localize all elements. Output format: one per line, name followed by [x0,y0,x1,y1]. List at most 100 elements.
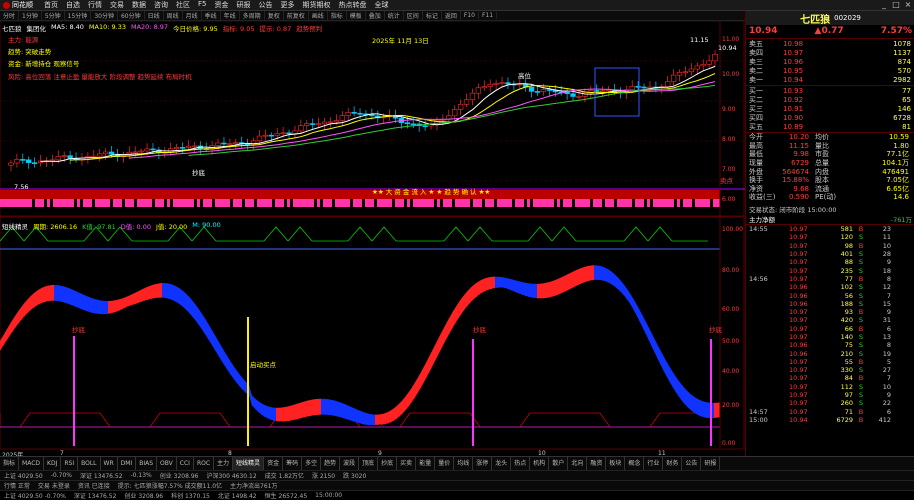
tab-29[interactable]: 北向 [568,457,588,470]
menu-item-8[interactable]: 资金 [210,0,232,10]
toolbar-item-0[interactable]: 分时 [0,11,20,20]
app-logo[interactable]: 同花顺 [0,0,40,11]
minimize-icon[interactable]: _ [878,0,890,11]
tab-3[interactable]: RSI [61,457,79,470]
chart-svg[interactable]: 11.00 10.00 9.00 8.00 7.00 6.00 100.00 80.00 60.… [0,20,745,456]
toolbar-item-21[interactable]: 返回 [442,11,461,20]
tab-10[interactable]: ROC [194,457,215,470]
tab-16[interactable]: 趋势 [321,457,341,470]
close-icon[interactable]: × [902,0,914,11]
maximize-icon[interactable]: □ [890,0,902,11]
osc-ribbon-segment [555,278,558,296]
menu-item-5[interactable]: 咨询 [150,0,172,10]
tab-14[interactable]: 筹码 [283,457,303,470]
tab-23[interactable]: 均线 [454,457,474,470]
tab-0[interactable]: 指标 [0,457,20,470]
tab-24[interactable]: 涨停 [473,457,493,470]
toolbar-item-4[interactable]: 30分钟 [91,11,118,20]
menu-item-2[interactable]: 行情 [84,0,106,10]
tab-31[interactable]: 板块 [606,457,626,470]
stock-title-bar[interactable]: 七匹狼 002029 [746,11,914,26]
menu-item-3[interactable]: 交易 [106,0,128,10]
menu-item-4[interactable]: 数据 [128,0,150,10]
toolbar-item-11[interactable]: 多周期 [240,11,265,20]
tab-15[interactable]: 多空 [302,457,322,470]
candle-body [570,93,576,97]
menu-item-1[interactable]: 自选 [62,0,84,10]
menu-item-9[interactable]: 研报 [232,0,254,10]
menu-item-6[interactable]: 社区 [172,0,194,10]
toolbar-item-13[interactable]: 前复权 [284,11,309,20]
candle-body [227,143,233,145]
tab-22[interactable]: 量价 [435,457,455,470]
toolbar-item-9[interactable]: 季线 [202,11,221,20]
tab-17[interactable]: 波段 [340,457,360,470]
tab-25[interactable]: 龙头 [492,457,512,470]
toolbar-item-6[interactable]: 日线 [145,11,164,20]
trade-ticks[interactable]: 14:55 10.97 581 B 23 10.97 120 S 11 10.97 98 B 10 10.… [746,224,914,424]
tab-27[interactable]: 机构 [530,457,550,470]
toolbar-item-7[interactable]: 周线 [164,11,183,20]
toolbar-item-15[interactable]: 指标 [328,11,347,20]
tab-2[interactable]: KDJ [44,457,62,470]
tab-4[interactable]: BOLL [78,457,101,470]
toolbar-item-1[interactable]: 1分钟 [19,11,42,20]
trade-volume: 66 [844,324,853,333]
chart-area[interactable]: 11.00 10.00 9.00 8.00 7.00 6.00 100.00 80.00 60.… [0,20,745,459]
tab-1[interactable]: MACD [19,457,45,470]
tab-32[interactable]: 概念 [625,457,645,470]
asks-row[interactable]: 卖一 10.94 2982 [746,75,914,84]
signal-band-gap [650,199,653,207]
menu-item-12[interactable]: 期货期权 [298,0,334,10]
toolbar-item-5[interactable]: 60分钟 [118,11,145,20]
tab-26[interactable]: 热点 [511,457,531,470]
tab-5[interactable]: WR [101,457,118,470]
tab-36[interactable]: 研报 [701,457,721,470]
tab-34[interactable]: 财务 [663,457,683,470]
toolbar-item-3[interactable]: 15分钟 [65,11,92,20]
toolbar-item-20[interactable]: 标记 [423,11,442,20]
tab-28[interactable]: 散户 [549,457,569,470]
tab-18[interactable]: 顶底 [359,457,379,470]
osc-ribbon-segment [525,282,528,297]
toolbar-item-12[interactable]: 复权 [265,11,284,20]
menu-item-14[interactable]: 全球 [370,0,392,10]
menu-item-7[interactable]: F5 [194,0,210,10]
tab-13[interactable]: 资金 [264,457,284,470]
toolbar-item-19[interactable]: 区间 [404,11,423,20]
menu-item-0[interactable]: 首页 [40,0,62,10]
tab-12[interactable]: 短线精灵 [233,457,265,470]
tab-8[interactable]: OBV [157,457,177,470]
trade-price: 10.97 [789,333,808,341]
tab-9[interactable]: CCI [177,457,194,470]
menu-item-13[interactable]: 热点转盘 [334,0,370,10]
toolbar-item-2[interactable]: 5分钟 [42,11,65,20]
trade-volume: 56 [844,291,853,300]
toolbar-item-17[interactable]: 叠加 [366,11,385,20]
tab-19[interactable]: 抄底 [378,457,398,470]
toolbar-item-16[interactable]: 模板 [347,11,366,20]
tab-20[interactable]: 买卖 [397,457,417,470]
toolbar-item-22[interactable]: F10 [461,12,479,19]
toolbar-item-18[interactable]: 统计 [385,11,404,20]
toolbar-item-10[interactable]: 年线 [221,11,240,20]
signal-band-gap [74,199,77,207]
tab-33[interactable]: 行业 [644,457,664,470]
trade-time: 14:55 [749,225,768,234]
osc-ribbon-segment [549,281,552,298]
tab-35[interactable]: 公告 [682,457,702,470]
tab-30[interactable]: 融资 [587,457,607,470]
trade-row: 10.96 75 S 8 [746,341,914,349]
bids-row[interactable]: 买五 10.89 81 [746,122,914,131]
menu-item-10[interactable]: 公告 [254,0,276,10]
tab-21[interactable]: 能量 [416,457,436,470]
toolbar-item-14[interactable]: 画线 [309,11,328,20]
toolbar-item-8[interactable]: 月线 [183,11,202,20]
tab-7[interactable]: BIAS [136,457,158,470]
stat-value: 15.88% [782,176,809,185]
tab-11[interactable]: 主力 [214,457,234,470]
trade-side: S [858,266,864,275]
toolbar-item-23[interactable]: F11 [479,12,498,19]
tab-6[interactable]: DMI [118,457,137,470]
menu-item-11[interactable]: 更多 [276,0,298,10]
